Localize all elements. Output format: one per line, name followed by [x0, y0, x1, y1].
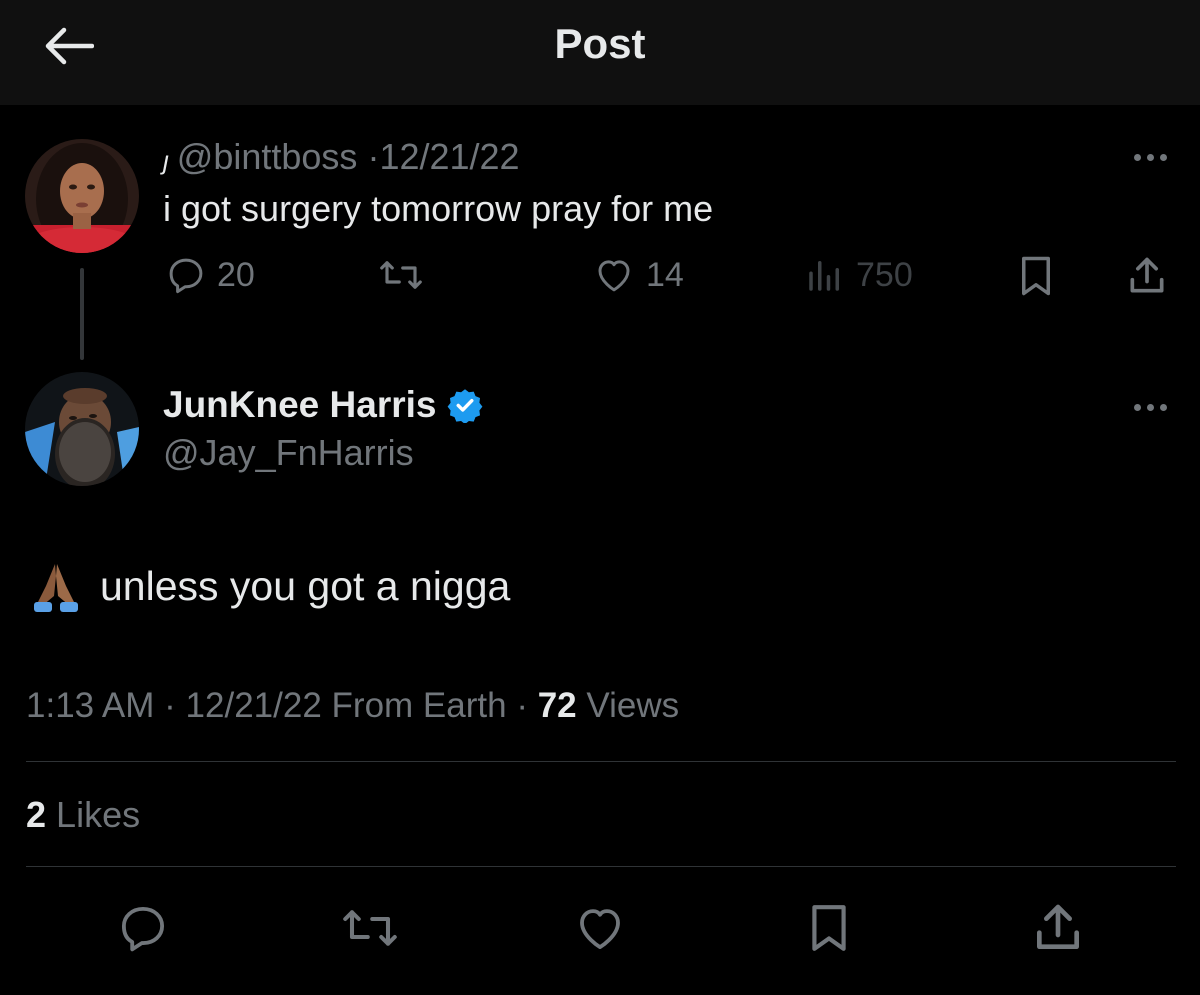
- divider: [26, 761, 1176, 762]
- divider: [26, 866, 1176, 867]
- dot-icon: [1159, 403, 1167, 411]
- thread-connector-line: [80, 268, 84, 360]
- post-text-row: unless you got a nigga: [28, 558, 510, 614]
- likes-label: Likes: [56, 794, 141, 835]
- meta-separator: ·: [164, 686, 176, 725]
- parent-reply-count: 20: [217, 255, 255, 294]
- share-icon: [1037, 904, 1079, 949]
- parent-post-text: i got surgery tomorrow pray for me: [163, 188, 714, 229]
- post-date: 12/21/22: [185, 686, 322, 725]
- reply-button[interactable]: [113, 900, 173, 956]
- views-label: Views: [586, 686, 680, 725]
- parent-view-count: 750: [856, 255, 913, 294]
- likes-summary[interactable]: 2 Likes: [26, 794, 140, 836]
- reply-icon: [165, 254, 207, 296]
- parent-like-button[interactable]: 14: [592, 254, 684, 296]
- author-avatar[interactable]: [25, 372, 139, 486]
- parent-date[interactable]: 12/21/22: [379, 136, 519, 177]
- parent-more-button[interactable]: [1120, 142, 1180, 172]
- repost-icon: [378, 254, 424, 296]
- dot-icon: [1133, 403, 1141, 411]
- post-meta: 1:13 AM · 12/21/22 From Earth · 72 Views: [26, 686, 679, 726]
- parent-separator: ·: [367, 136, 380, 177]
- parent-reply-button[interactable]: 20: [165, 254, 255, 296]
- parent-repost-button[interactable]: [378, 254, 424, 296]
- heart-icon: [592, 254, 636, 296]
- parent-avatar[interactable]: [25, 139, 139, 253]
- page-title: Post: [554, 20, 646, 67]
- likes-count: 2: [26, 794, 47, 835]
- post-source: From Earth: [331, 686, 507, 725]
- analytics-icon: [804, 254, 846, 296]
- meta-separator: ·: [516, 686, 528, 725]
- dot-icon: [1146, 153, 1154, 161]
- reply-icon: [121, 906, 165, 952]
- post-time: 1:13 AM: [26, 686, 155, 725]
- views-count: 72: [537, 686, 577, 725]
- share-icon: [1125, 254, 1169, 298]
- author-name-row[interactable]: JunKnee Harris: [163, 384, 483, 426]
- parent-post-meta: ȷ @binttboss ·12/21/22: [163, 136, 520, 178]
- bookmark-icon: [1015, 252, 1057, 300]
- like-button[interactable]: [570, 900, 630, 956]
- repost-icon: [343, 910, 397, 946]
- share-button[interactable]: [1028, 900, 1088, 956]
- dot-icon: [1159, 153, 1167, 161]
- verified-badge-icon[interactable]: [447, 387, 483, 423]
- parent-handle[interactable]: @binttboss: [177, 136, 358, 177]
- dot-icon: [1146, 403, 1154, 411]
- author-handle[interactable]: @Jay_FnHarris: [163, 432, 414, 474]
- bookmark-icon: [812, 905, 846, 951]
- dot-icon: [1133, 153, 1141, 161]
- post-more-button[interactable]: [1120, 392, 1180, 422]
- post-text: unless you got a nigga: [100, 562, 511, 609]
- top-bar: Post: [0, 0, 1200, 105]
- parent-bookmark-button[interactable]: [1015, 252, 1057, 300]
- folded-hands-icon: [28, 558, 84, 614]
- parent-share-button[interactable]: [1125, 254, 1169, 298]
- author-display-name[interactable]: JunKnee Harris: [163, 384, 437, 426]
- bookmark-button[interactable]: [799, 900, 859, 956]
- parent-like-count: 14: [646, 255, 684, 294]
- repost-button[interactable]: [340, 900, 400, 956]
- parent-display-name[interactable]: ȷ: [163, 145, 169, 175]
- parent-views-button[interactable]: 750: [804, 254, 913, 296]
- heart-icon: [580, 909, 620, 950]
